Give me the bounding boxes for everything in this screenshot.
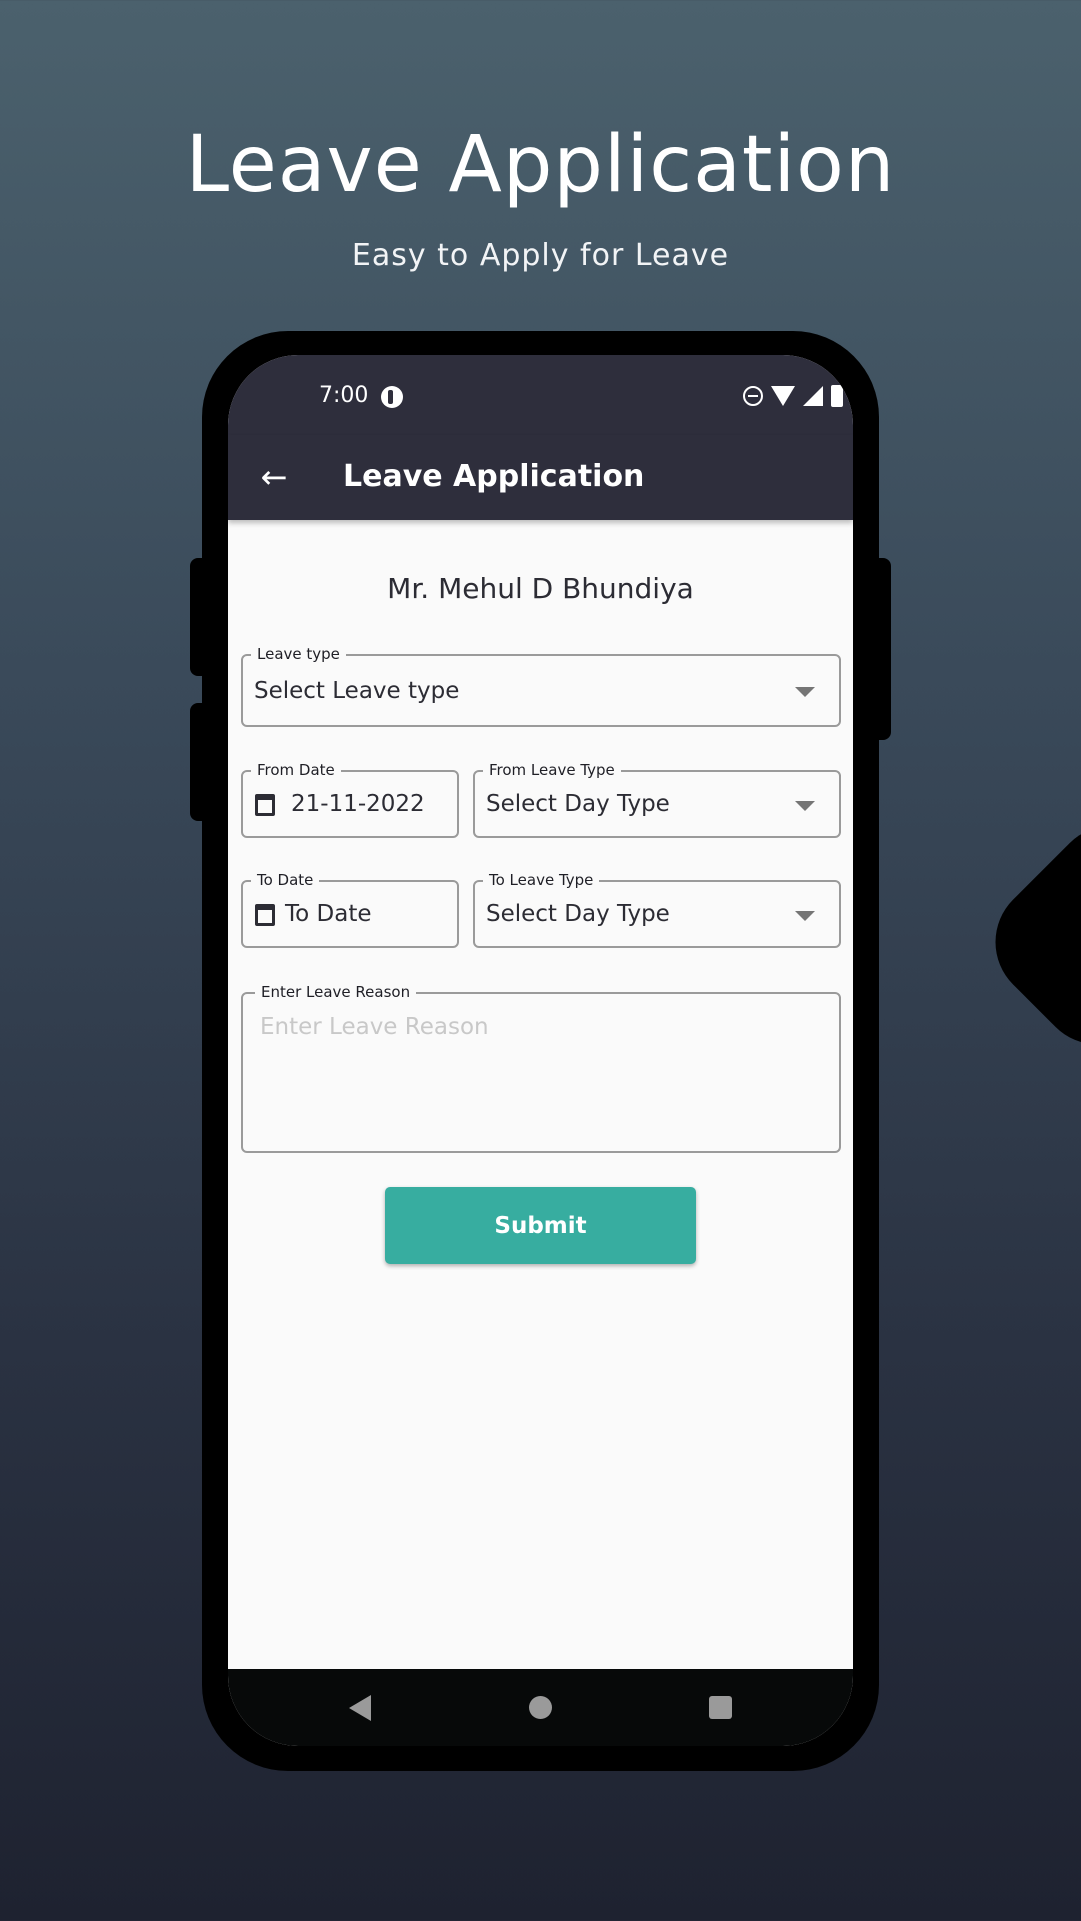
from-date-field[interactable]: From Date 21-11-2022	[241, 761, 459, 838]
employee-name: Mr. Mehul D Bhundiya	[387, 572, 694, 605]
status-icons	[743, 385, 843, 407]
chevron-down-icon	[795, 801, 815, 811]
system-nav-bar	[228, 1669, 853, 1746]
to-date-value: To Date	[285, 901, 372, 927]
do-not-disturb-icon	[743, 386, 763, 406]
leave-reason-label: Enter Leave Reason	[255, 983, 417, 1001]
secondary-phone-frame	[970, 800, 1081, 1070]
leave-type-dropdown[interactable]: Leave type Select Leave type	[241, 645, 841, 727]
to-date-field[interactable]: To Date To Date	[241, 871, 459, 948]
from-leave-type-value: Select Day Type	[486, 791, 670, 817]
leave-type-value: Select Leave type	[254, 678, 460, 704]
back-arrow-icon[interactable]: ←	[254, 457, 294, 497]
from-date-label: From Date	[251, 761, 341, 779]
wifi-icon	[771, 386, 795, 406]
calendar-icon	[255, 794, 275, 816]
leave-reason-placeholder: Enter Leave Reason	[260, 1014, 489, 1040]
to-leave-type-label: To Leave Type	[483, 871, 600, 889]
nav-home-icon[interactable]	[529, 1696, 552, 1719]
nav-recents-icon[interactable]	[709, 1696, 732, 1719]
calendar-icon	[255, 904, 275, 926]
phone-screen: 7:00 ← Leave Application Mr. Mehul D Bhu…	[228, 355, 853, 1746]
from-leave-type-label: From Leave Type	[483, 761, 621, 779]
app-notification-icon	[381, 386, 403, 408]
status-time: 7:00	[319, 383, 369, 408]
to-leave-type-value: Select Day Type	[486, 901, 670, 927]
from-leave-type-dropdown[interactable]: From Leave Type Select Day Type	[473, 761, 841, 838]
status-bar: 7:00	[228, 355, 853, 435]
leave-type-label: Leave type	[251, 645, 346, 663]
hero-subtitle: Easy to Apply for Leave	[351, 238, 730, 273]
chevron-down-icon	[795, 911, 815, 921]
battery-icon	[831, 385, 843, 407]
to-leave-type-dropdown[interactable]: To Leave Type Select Day Type	[473, 871, 841, 948]
to-date-label: To Date	[251, 871, 320, 889]
app-bar-title: Leave Application	[343, 459, 645, 494]
leave-reason-textarea[interactable]: Enter Leave Reason Enter Leave Reason	[241, 983, 841, 1153]
nav-back-icon[interactable]	[349, 1695, 371, 1721]
hero-title: Leave Application	[185, 120, 896, 210]
from-date-value: 21-11-2022	[291, 791, 425, 817]
submit-button[interactable]: Submit	[385, 1187, 696, 1264]
chevron-down-icon	[795, 687, 815, 697]
signal-icon	[803, 386, 823, 406]
app-bar: ← Leave Application	[228, 435, 853, 520]
